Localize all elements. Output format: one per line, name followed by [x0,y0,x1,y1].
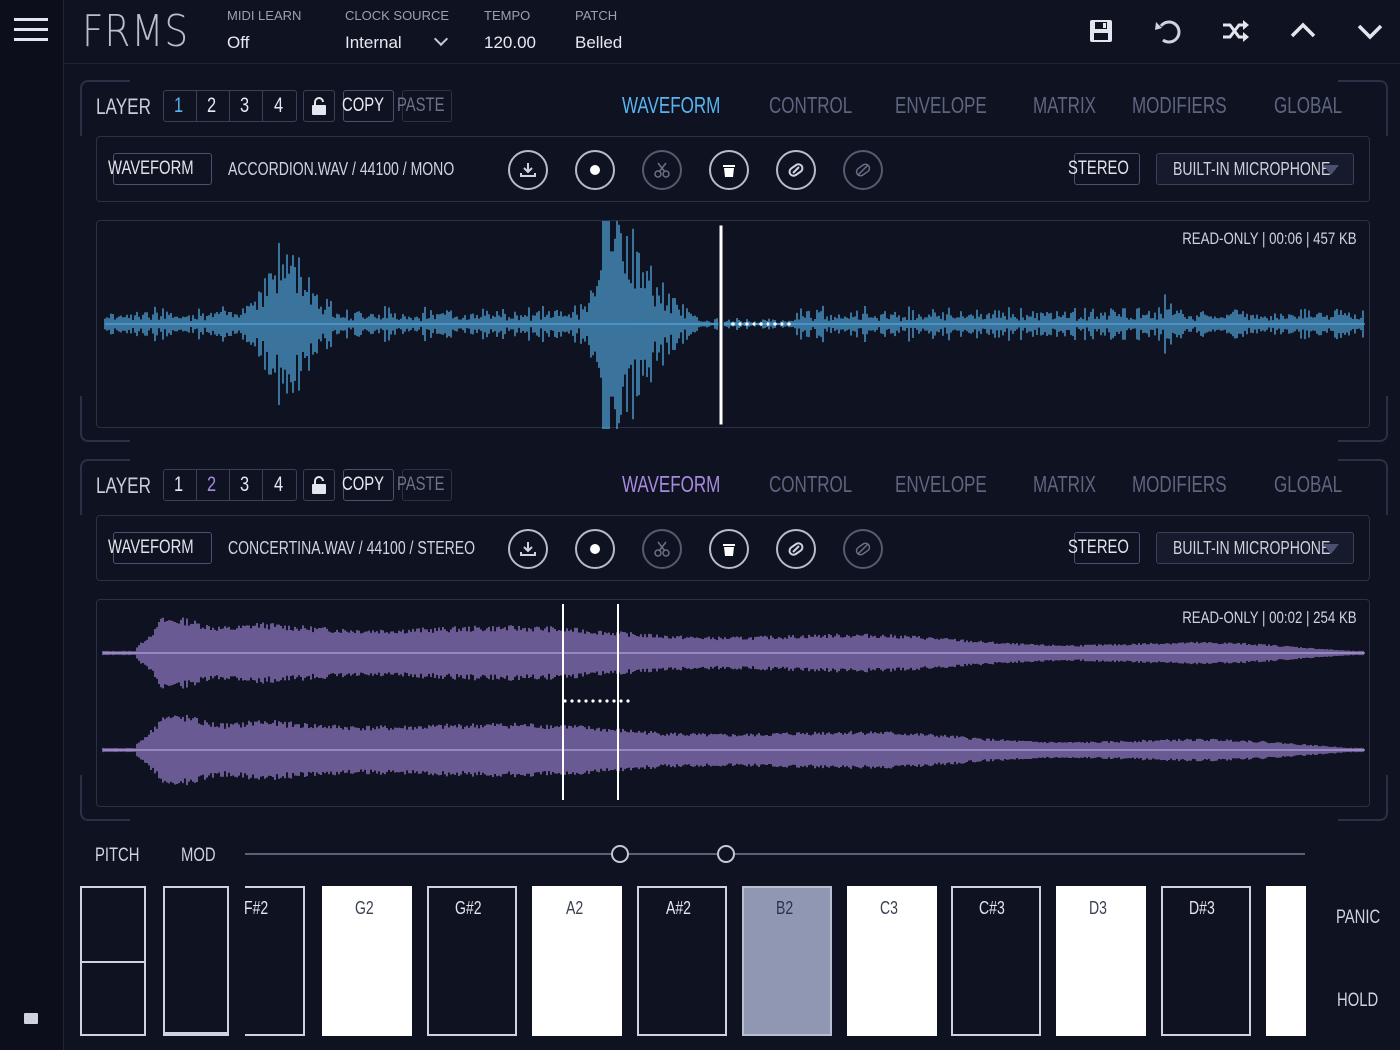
piano-key[interactable]: B2 [742,886,832,1036]
layer-select-2[interactable]: 2 [197,91,230,121]
layer-select-2[interactable]: 2 [197,470,230,500]
mod-label: MOD [181,845,216,866]
piano-key[interactable]: A2 [532,886,622,1036]
piano-key[interactable]: G#2 [427,886,517,1036]
waveform-button[interactable]: WAVEFORM [108,153,212,185]
layer-label: LAYER [96,94,152,119]
piano-key[interactable]: A#2 [637,886,727,1036]
waveform-button[interactable]: WAVEFORM [108,532,212,564]
hamburger-menu-icon[interactable] [14,18,48,42]
dropdown-arrow-icon [1323,544,1339,554]
mod-wheel[interactable] [163,886,229,1036]
app-title: FRMS [82,6,189,57]
piano-key[interactable]: C#3 [951,886,1041,1036]
pitch-label: PITCH [95,845,140,866]
layer-select-1[interactable]: 1 [164,470,197,500]
piano-key[interactable]: C3 [847,886,937,1036]
piano-key-partial[interactable] [1266,886,1306,1036]
chevron-down-icon[interactable] [1353,14,1387,48]
hold-button[interactable]: HOLD [1337,990,1390,1012]
panic-button[interactable]: PANIC [1336,907,1393,929]
piano-key[interactable]: D3 [1056,886,1146,1036]
piano-key[interactable]: F#2 [245,886,305,1036]
piano-key[interactable]: D#3 [1161,886,1251,1036]
left-rail [0,0,64,1050]
keyboard-toggle-icon[interactable] [24,1013,38,1024]
layer-label: LAYER [96,473,152,498]
pitch-wheel[interactable] [80,886,146,1036]
piano-key[interactable]: G2 [322,886,412,1036]
piano-keyboard: F#2 G2 G#2 A2 A#2 B2 C3 C#3 D3 D#3 [245,0,1306,1050]
dropdown-arrow-icon [1323,165,1339,175]
layer-select-1[interactable]: 1 [164,91,197,121]
